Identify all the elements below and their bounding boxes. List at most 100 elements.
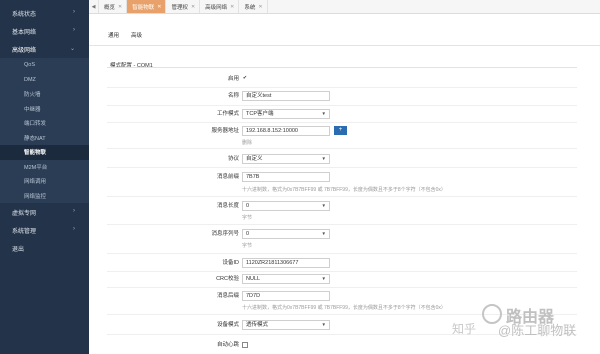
tab-label: 高级网络 [205, 4, 228, 11]
sidebar-item-label: 中继器 [24, 106, 41, 113]
device-id-label: 设备ID [222, 260, 239, 266]
chevron-down-icon: ▼ [321, 156, 326, 161]
sidebar-item-qos[interactable]: QoS [0, 58, 89, 73]
work-mode-value: TCP客户端 [246, 111, 274, 117]
device-mode-label: 设备模式 [216, 322, 239, 328]
msg-length-select[interactable]: 0 ▼ [242, 201, 330, 211]
divider [107, 167, 577, 168]
close-icon[interactable]: ✕ [157, 4, 161, 10]
sidebar-item-label: 静态NAT [24, 135, 46, 142]
tab-system[interactable]: 系统 ✕ [239, 0, 268, 13]
name-input[interactable]: 自定义test [242, 91, 330, 101]
sidebar-item-label: 网络调用 [24, 179, 47, 186]
device-id-input[interactable]: 1120ZR21811306677 [242, 258, 330, 268]
chevron-right-icon: › [73, 27, 75, 33]
tab-label: 系统 [244, 4, 256, 11]
sidebar-item-repeater[interactable]: 中继器 [0, 102, 89, 117]
tab-general[interactable]: 通用 [108, 31, 119, 39]
add-server-button[interactable]: + [334, 126, 347, 135]
server-address-input[interactable]: 192.168.8.152:10000 [242, 126, 330, 136]
device-mode-select[interactable]: 透传模式 ▼ [242, 320, 330, 330]
sidebar-item-label: 系统管理 [12, 228, 37, 235]
crc-select[interactable]: NULL ▼ [242, 274, 330, 284]
tab-label: 概览 [104, 4, 116, 11]
sidebar-item-network-call[interactable]: 网络调用 [0, 174, 89, 189]
msg-seq-label: 消息序列号 [211, 231, 239, 237]
tab-bar: ◀ 概览 ✕ 智能物联 ✕ 管理权 ✕ 高级网络 ✕ 系统 ✕ [89, 0, 600, 14]
delete-label[interactable]: 删除 [242, 139, 252, 146]
msg-seq-select[interactable]: 0 ▼ [242, 229, 330, 239]
tab-scroll-left-icon[interactable]: ◀ [89, 0, 99, 13]
tab-advanced[interactable]: 高级 [131, 31, 142, 39]
server-address-label: 服务器地址 [211, 128, 239, 134]
chevron-down-icon: ▼ [321, 322, 326, 327]
tab-admin[interactable]: 管理权 ✕ [166, 0, 201, 13]
close-icon[interactable]: ✕ [258, 4, 262, 10]
sidebar-item-label: QoS [24, 62, 36, 69]
protocol-label: 协议 [227, 156, 239, 162]
msg-length-unit: 字节 [242, 215, 253, 221]
sidebar-item-label: 防火墙 [24, 92, 41, 99]
crc-value: NULL [246, 276, 261, 282]
sidebar-item-dmz[interactable]: DMZ [0, 73, 89, 88]
sidebar-item-system-management[interactable]: 系统管理 › [0, 221, 89, 239]
sidebar-item-firewall[interactable]: 防火墙 [0, 87, 89, 102]
sidebar-item-label: 虚拟专网 [12, 210, 37, 217]
msg-seq-value: 0 [246, 231, 250, 237]
msg-prefix-input[interactable]: 7B7B [242, 172, 330, 182]
work-mode-select[interactable]: TCP客户端 ▼ [242, 109, 330, 119]
close-icon[interactable]: ✕ [230, 4, 234, 10]
sidebar-item-label: 智能物联 [24, 150, 47, 157]
msg-length-value: 0 [246, 203, 250, 209]
divider [107, 287, 577, 288]
divider [107, 224, 577, 225]
sidebar-submenu: QoS DMZ 防火墙 中继器 端口转发 静态NAT 智能物联 M2M平台 网络… [0, 58, 89, 203]
chevron-down-icon: ▼ [321, 111, 326, 116]
sidebar-item-label: 端口转发 [24, 121, 47, 128]
divider [107, 253, 577, 254]
enable-label: 启用 [227, 76, 239, 82]
sidebar-item-basic-network[interactable]: 基本网络 › [0, 22, 89, 40]
msg-length-label: 消息长度 [216, 203, 239, 209]
watermark-zhihu-text: 知乎 [452, 322, 477, 336]
protocol-value: 自定义 [246, 156, 263, 162]
crc-label: CRC校验 [216, 276, 239, 282]
tab-label: 管理权 [171, 4, 188, 11]
sidebar-item-port-forward[interactable]: 端口转发 [0, 116, 89, 131]
sidebar-item-smart-iot[interactable]: 智能物联 [0, 145, 89, 160]
divider [107, 105, 577, 106]
sidebar: 系统状态 › 基本网络 › 高级网络 ⌄ QoS DMZ 防火墙 中继器 端口转… [0, 0, 89, 354]
chevron-right-icon: › [73, 208, 75, 214]
sidebar-item-vpn[interactable]: 虚拟专网 › [0, 203, 89, 221]
sidebar-item-advanced-network[interactable]: 高级网络 ⌄ [0, 40, 89, 58]
divider [107, 271, 577, 272]
name-label: 名称 [227, 93, 239, 99]
sidebar-item-network-monitor[interactable]: 网络监控 [0, 189, 89, 204]
heartbeat-checkbox[interactable] [242, 342, 248, 348]
msg-seq-unit: 字节 [242, 243, 253, 249]
tab-smart-iot[interactable]: 智能物联 ✕ [127, 0, 167, 13]
sidebar-item-label: 高级网络 [12, 47, 37, 54]
sidebar-item-static-nat[interactable]: 静态NAT [0, 131, 89, 146]
msg-suffix-hint: 十六进制数，格式为0x7B7BFF99 或 7B7BFF99，长度为偶数且不多于… [242, 305, 446, 311]
sidebar-item-label: 退出 [12, 246, 25, 253]
sidebar-item-m2m[interactable]: M2M平台 [0, 160, 89, 175]
chevron-down-icon: ▼ [321, 203, 326, 208]
sidebar-item-label: 基本网络 [12, 29, 37, 36]
sidebar-item-logout[interactable]: 退出 [0, 239, 89, 257]
tab-overview[interactable]: 概览 ✕ [99, 0, 128, 13]
enable-checkbox[interactable]: ✔ [242, 76, 248, 82]
tab-advanced-network[interactable]: 高级网络 ✕ [200, 0, 240, 13]
msg-prefix-hint: 十六进制数，格式为0x7B7BFF99 或 7B7BFF99，长度为偶数且不多于… [242, 187, 446, 193]
work-mode-label: 工作模式 [216, 111, 239, 117]
sidebar-item-system-status[interactable]: 系统状态 › [0, 4, 89, 22]
msg-suffix-input[interactable]: 7D7D [242, 291, 330, 301]
protocol-select[interactable]: 自定义 ▼ [242, 154, 330, 164]
close-icon[interactable]: ✕ [118, 4, 122, 10]
close-icon[interactable]: ✕ [191, 4, 195, 10]
tab-label: 智能物联 [132, 4, 155, 11]
divider [107, 67, 577, 68]
sidebar-item-label: DMZ [24, 76, 36, 83]
msg-prefix-label: 消息前缀 [216, 174, 239, 180]
sub-tabs: 通用 高级 [89, 24, 600, 46]
